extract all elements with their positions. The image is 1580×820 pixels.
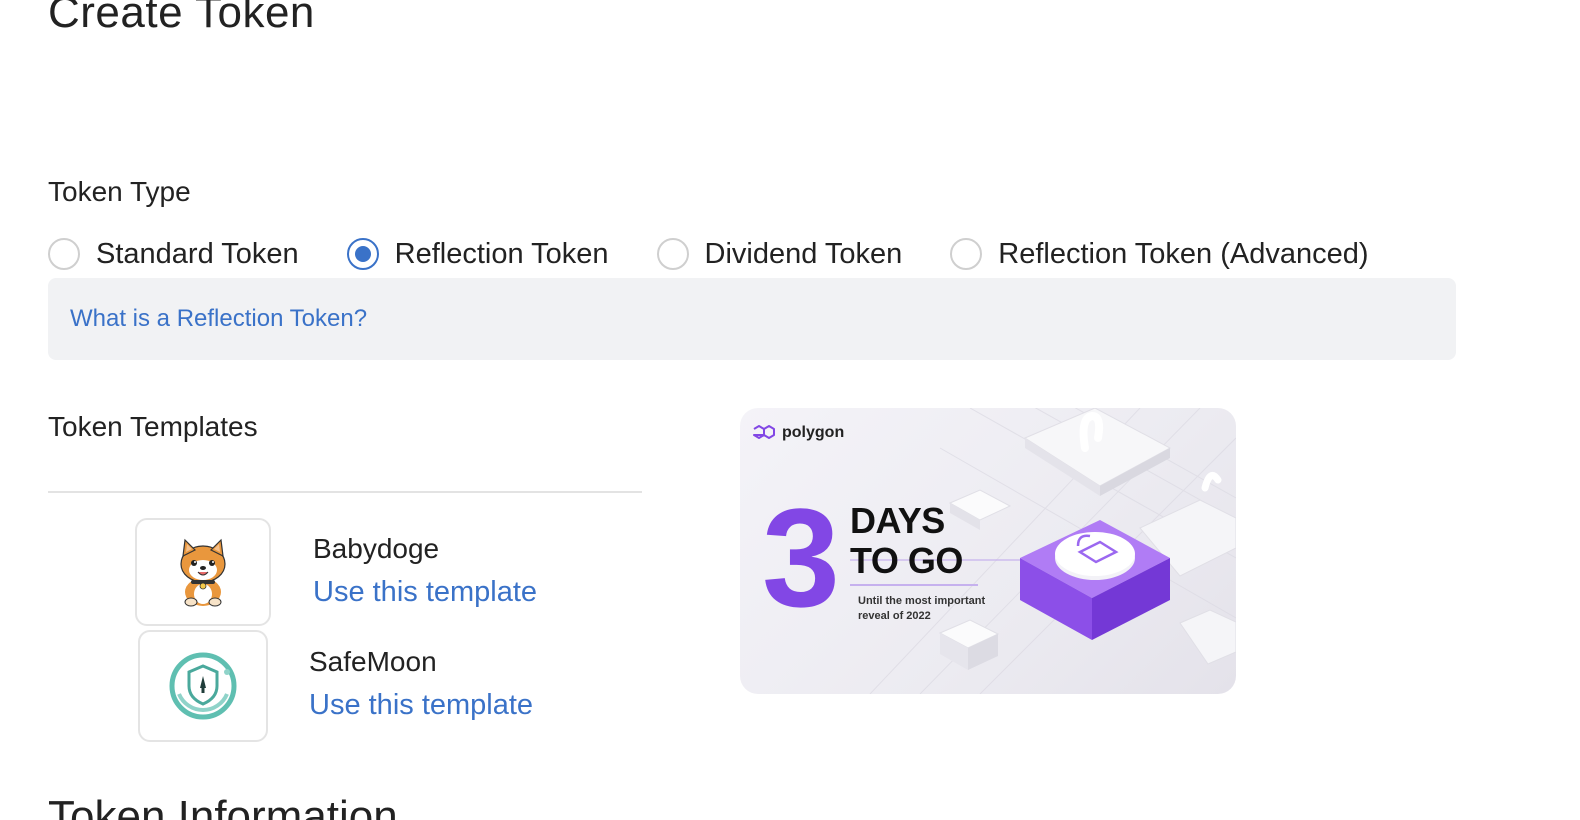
radio-standard-token[interactable]: Standard Token	[48, 238, 299, 271]
polygon-logo-icon	[753, 425, 775, 439]
promo-divider	[850, 584, 978, 586]
page-title: Create Token	[48, 0, 315, 37]
babydoge-thumbnail	[135, 518, 271, 626]
radio-reflection-token[interactable]: Reflection Token	[346, 237, 609, 271]
use-template-babydoge-link[interactable]: Use this template	[313, 576, 537, 609]
radio-standard-token-label: Standard Token	[96, 237, 299, 270]
babydoge-logo-icon	[180, 538, 226, 607]
template-name-babydoge: Babydoge	[313, 533, 440, 564]
token-type-info-box: What is a Reflection Token?	[48, 278, 1456, 360]
radio-dividend-token-label: Dividend Token	[704, 237, 903, 270]
use-template-safemoon-link[interactable]: Use this template	[309, 689, 533, 722]
radio-dividend-token-circle[interactable]	[656, 238, 689, 270]
safemoon-logo-icon	[169, 652, 237, 720]
polygon-promo-banner[interactable]: polygon 3 DAYS TO GO Until the most impo…	[740, 408, 1236, 694]
radio-reflection-token-circle[interactable]	[346, 238, 379, 270]
what-is-reflection-token-link[interactable]: What is a Reflection Token?	[70, 305, 367, 333]
radio-reflection-token-advanced-circle[interactable]	[950, 238, 983, 270]
token-information-heading: Token Information	[48, 792, 398, 820]
promo-countdown-number: 3	[762, 479, 840, 636]
polygon-brand-text: polygon	[782, 424, 845, 441]
polygon-brand: polygon	[752, 424, 844, 442]
radio-dividend-token[interactable]: Dividend Token	[656, 237, 903, 271]
promo-headline-to-go: TO GO	[850, 540, 963, 581]
radio-standard-token-circle[interactable]	[48, 238, 80, 270]
token-type-radio-group: Standard Token Reflection Token Dividend…	[48, 236, 1369, 272]
promo-headline-days: DAYS	[850, 500, 945, 541]
radio-reflection-token-label: Reflection Token	[394, 237, 609, 270]
create-token-page: Create Token Token Type Standard Token R…	[0, 0, 1580, 820]
promo-subtext: Until the most important reveal of 2022	[858, 595, 986, 622]
token-templates-label: Token Templates	[48, 411, 258, 442]
templates-divider	[48, 491, 642, 493]
template-name-safemoon: SafeMoon	[309, 646, 437, 677]
token-type-label: Token Type	[48, 176, 191, 207]
radio-reflection-token-advanced[interactable]: Reflection Token (Advanced)	[950, 237, 1369, 271]
safemoon-thumbnail	[138, 630, 268, 742]
radio-reflection-token-advanced-label: Reflection Token (Advanced)	[998, 237, 1369, 270]
